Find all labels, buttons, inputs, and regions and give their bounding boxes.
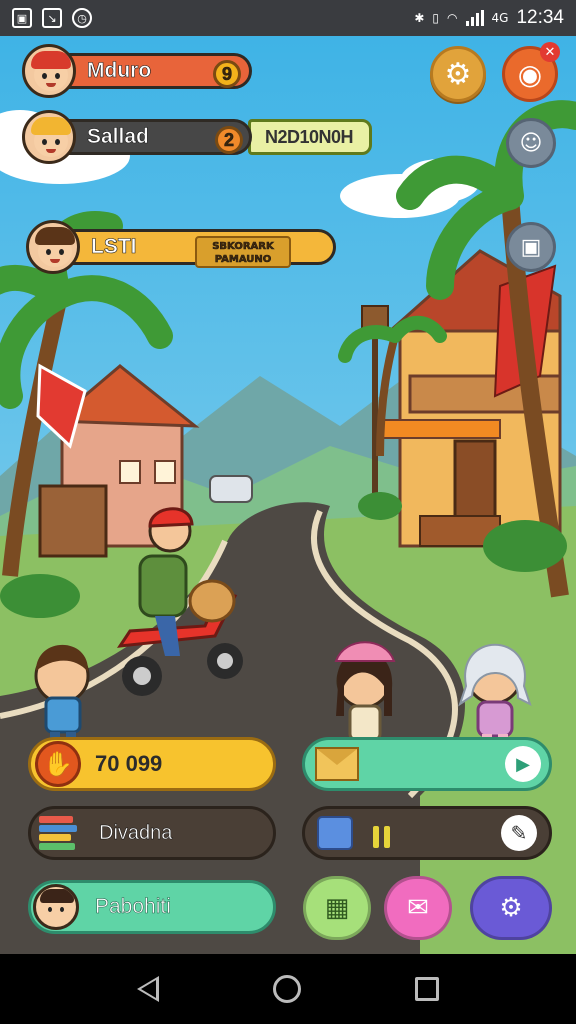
clock-icon: ◷ (72, 8, 92, 28)
options-button[interactable]: ⚙ (470, 876, 552, 940)
profile-label: Pabohiti (95, 895, 171, 919)
image-icon: ▣ (12, 8, 32, 28)
back-icon[interactable] (137, 976, 159, 1002)
level-badge: 9 (213, 60, 241, 88)
face-icon: ☺ (519, 130, 543, 156)
mail-bar[interactable]: ▶ (302, 737, 552, 791)
download-icon: ↘ (42, 8, 62, 28)
bluetooth-icon: ✱ (414, 11, 425, 25)
clock-time: 12:34 (516, 7, 564, 28)
chat-icon: ▣ (520, 234, 542, 260)
books-icon (39, 813, 83, 853)
wifi-icon: ◠ (447, 11, 458, 25)
pencil-icon: ✎ (510, 821, 528, 845)
player-avatar[interactable] (26, 220, 80, 274)
event-banner-tag: SBKORARK PAMAUNO (195, 236, 291, 268)
close-button[interactable]: ✕ (540, 42, 560, 62)
gift-icon: ✉ (407, 893, 429, 923)
play-button[interactable]: ▶ (505, 746, 541, 782)
profile-bar[interactable]: Pabohiti (28, 880, 276, 934)
player-name: Sallad (87, 125, 149, 149)
gear-icon: ⚙ (444, 56, 472, 92)
coins-value: 70 099 (95, 751, 163, 776)
hand-coin-icon: ✋ (35, 741, 81, 787)
home-icon[interactable] (273, 975, 301, 1003)
player-row-1[interactable]: Mduro 9 (22, 44, 252, 98)
status-bar: ▣ ↘ ◷ ✱ ▯ ◠ 4G 12:34 (0, 0, 576, 36)
level-badge: 2 (215, 126, 243, 154)
coins-counter[interactable]: ✋ 70 099 (28, 737, 276, 791)
player-name-bar: Mduro 9 (62, 53, 252, 89)
gift-button[interactable]: ✉ (384, 876, 452, 940)
books-bar[interactable]: Divadna (28, 806, 276, 860)
books-label: Divadna (99, 821, 173, 844)
calendar-icon: ▦ (324, 893, 350, 923)
play-icon: ▶ (516, 753, 530, 775)
player-name-bar: Sallad 2 (62, 119, 252, 155)
tools-bar[interactable]: ✎ (302, 806, 552, 860)
player-name: Mduro (87, 59, 152, 83)
close-icon: ✕ (544, 44, 556, 60)
parked-car (209, 475, 253, 503)
chat-button[interactable]: ▣ (506, 222, 556, 272)
settings-button[interactable]: ⚙ (430, 46, 486, 102)
blue-block-icon (317, 816, 353, 850)
player-score-tag: N2D10N0H (248, 119, 372, 155)
player-row-3[interactable]: LSTI 🦌 SBKORARK PAMAUNO (26, 220, 336, 274)
battery-icon (373, 818, 390, 848)
navigation-bar (0, 954, 576, 1024)
player-avatar[interactable] (22, 44, 76, 98)
profile-avatar[interactable] (33, 884, 79, 930)
calendar-button[interactable]: ▦ (303, 876, 371, 940)
signal-icon (465, 10, 484, 26)
player-row-2[interactable]: Sallad 2 N2D10N0H (22, 110, 372, 164)
friends-button[interactable]: ☺ (506, 118, 556, 168)
recent-apps-icon[interactable] (415, 977, 439, 1001)
target-icon: ◉ (517, 57, 543, 91)
vibrate-icon: ▯ (432, 11, 440, 25)
network-type: 4G (491, 11, 509, 25)
gear-icon: ⚙ (499, 893, 523, 923)
edit-button[interactable]: ✎ (501, 815, 537, 851)
player-name-bar: LSTI 🦌 SBKORARK PAMAUNO (66, 229, 336, 268)
player-name: LSTI (91, 235, 137, 259)
player-avatar[interactable] (22, 110, 76, 164)
envelope-icon (315, 747, 359, 781)
